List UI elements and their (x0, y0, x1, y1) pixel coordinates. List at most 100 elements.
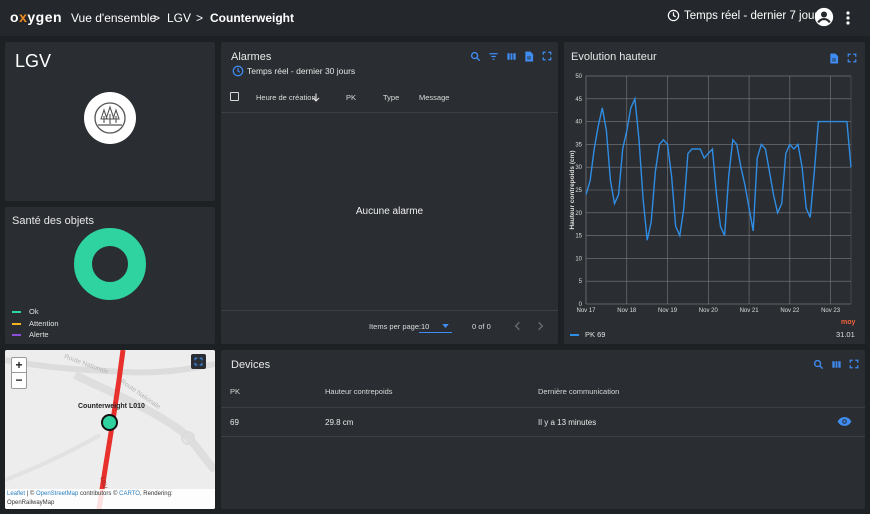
zoom-out-button[interactable]: − (11, 373, 27, 389)
health-card: Santé des objets Ok Attention Alerte (5, 207, 215, 344)
device-marker[interactable] (101, 414, 118, 431)
col-pk[interactable]: PK (346, 93, 356, 102)
y-tick-label: 30 (575, 165, 582, 171)
more-vert-icon[interactable] (843, 10, 853, 26)
x-tick-label: Nov 21 (740, 308, 760, 314)
health-title: Santé des objets (12, 215, 94, 227)
select-all-checkbox[interactable] (230, 92, 239, 101)
breadcrumb-overview[interactable]: Vue d'ensemble (71, 11, 156, 25)
legend-label: PK 69 (585, 330, 606, 339)
x-tick-label: Nov 20 (699, 308, 719, 314)
x-tick-label: Nov 19 (658, 308, 678, 314)
series-line-pk69 (585, 96, 852, 241)
y-tick-label: 5 (579, 279, 583, 285)
header-divider (221, 112, 558, 113)
fullscreen-icon[interactable] (847, 53, 857, 63)
legend-label: Ok (29, 307, 39, 316)
legend-swatch (12, 310, 21, 313)
legend-swatch (12, 333, 21, 336)
legend-swatch (12, 322, 21, 325)
chevron-left-icon[interactable] (514, 321, 521, 331)
breadcrumb-current: Counterweight (210, 11, 294, 25)
donut-slice-ok[interactable] (74, 228, 146, 300)
fullscreen-icon[interactable] (542, 51, 552, 61)
filter-icon[interactable] (488, 51, 499, 62)
breadcrumb-lgv[interactable]: LGV (167, 11, 191, 25)
legend-label: Attention (29, 319, 59, 328)
fullscreen-icon (194, 357, 203, 366)
clock-icon (232, 65, 244, 77)
eye-icon[interactable] (837, 416, 852, 427)
chart-legend-pk69[interactable]: PK 69 (570, 330, 605, 339)
y-tick-label: 20 (575, 211, 582, 217)
export-icon[interactable] (829, 53, 839, 64)
x-tick-label: Nov 17 (576, 308, 596, 314)
header-divider (221, 407, 865, 408)
export-icon[interactable] (524, 51, 534, 62)
col-created[interactable]: Heure de création (256, 93, 316, 102)
legend-attention[interactable]: Attention (12, 319, 59, 328)
top-bar: oxygen Vue d'ensemble > LGV > Counterwei… (0, 0, 870, 36)
breadcrumb-separator: > (153, 11, 161, 25)
marker-label: Counterweight L010 (78, 403, 145, 410)
search-icon[interactable] (470, 51, 481, 62)
y-tick-label: 10 (575, 256, 582, 262)
map[interactable]: Route Nationale Route Nationale LGV + − … (5, 350, 215, 509)
items-per-page-select[interactable]: 10 (419, 318, 452, 333)
col-type[interactable]: Type (383, 93, 399, 102)
leaflet-link[interactable]: Leaflet (7, 491, 25, 497)
legend-swatch (570, 333, 579, 336)
col-last-comm[interactable]: Dernière communication (538, 387, 619, 396)
legend-ok[interactable]: Ok (12, 307, 39, 316)
col-pk[interactable]: PK (230, 387, 240, 396)
y-tick-label: 15 (575, 234, 582, 240)
chevron-down-icon (442, 324, 449, 328)
y-axis-label: Hauteur contrepoids (cm) (569, 150, 576, 229)
search-icon[interactable] (813, 359, 824, 370)
breadcrumb-separator: > (196, 11, 204, 25)
y-tick-label: 40 (575, 120, 582, 126)
chart-card: Evolution hauteur 0 5 10 15 20 25 30 35 40 45 50 N… (564, 42, 865, 344)
x-tick-label: Nov 23 (821, 308, 841, 314)
col-message[interactable]: Message (419, 93, 449, 102)
alarms-card: Alarmes Temps réel - dernier 30 jours He… (221, 42, 558, 344)
alarms-timewindow[interactable]: Temps réel - dernier 30 jours (232, 65, 355, 77)
oxygen-logo[interactable]: oxygen (10, 9, 62, 25)
map-fullscreen-button[interactable] (191, 354, 206, 369)
fullscreen-icon[interactable] (849, 359, 859, 369)
attr-text: contributors © (78, 491, 120, 497)
info-title: LGV (15, 51, 52, 71)
zoom-in-button[interactable]: + (11, 357, 27, 373)
timewindow-selector[interactable]: Temps réel - dernier 7 jours (667, 9, 824, 22)
attr-text: | © (25, 491, 36, 497)
timewindow-label: Temps réel - dernier 7 jours (684, 9, 824, 22)
items-per-page-label: Items per page: (369, 322, 422, 331)
cell-pk: 69 (230, 418, 239, 427)
height-chart[interactable]: 05101520253035404550 Nov 17 Nov 18 Nov 19 N… (564, 70, 865, 320)
arrow-down-icon[interactable] (312, 93, 320, 102)
health-donut (74, 228, 146, 300)
legend-alerte[interactable]: Alerte (12, 330, 49, 339)
chart-title: Evolution hauteur (571, 51, 657, 63)
y-tick-label: 25 (575, 188, 582, 194)
page-range: 0 of 0 (472, 322, 491, 331)
map-attribution: Leaflet | © OpenStreetMap contributors ©… (5, 489, 215, 509)
carto-link[interactable]: CARTO (119, 491, 140, 497)
columns-icon[interactable] (831, 359, 842, 370)
y-tick-label: 50 (575, 74, 582, 80)
columns-icon[interactable] (506, 51, 517, 62)
cell-last-comm: Il y a 13 minutes (538, 418, 597, 427)
empty-message: Aucune alarme (355, 206, 424, 217)
y-tick-label: 35 (575, 142, 582, 148)
alarms-title: Alarmes (231, 51, 272, 63)
y-tick-label: 45 (575, 97, 582, 103)
alarms-timewindow-label: Temps réel - dernier 30 jours (247, 66, 356, 76)
x-tick-label: Nov 22 (780, 308, 800, 314)
clock-icon (667, 9, 680, 22)
col-height[interactable]: Hauteur contrepoids (325, 387, 393, 396)
row-divider (221, 436, 865, 437)
account-icon[interactable] (814, 7, 834, 27)
osm-link[interactable]: OpenStreetMap (36, 491, 78, 497)
chevron-right-icon[interactable] (537, 321, 544, 331)
devices-title: Devices (231, 359, 271, 371)
